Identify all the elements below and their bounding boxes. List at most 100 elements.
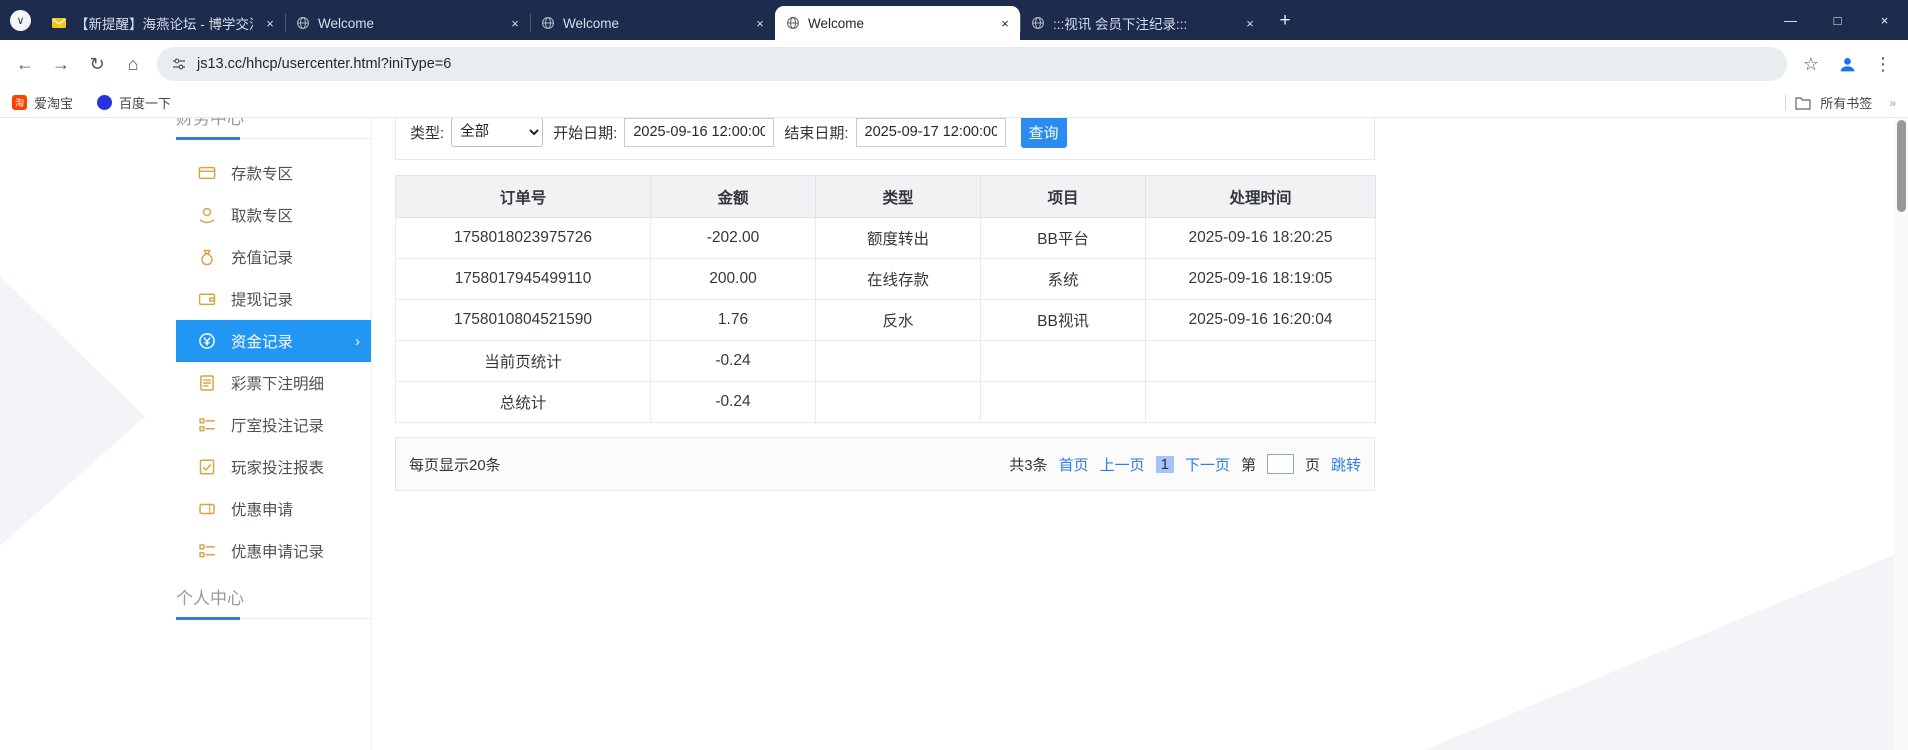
section-personal-center[interactable]: 个人中心 <box>176 584 371 620</box>
url-bar[interactable]: js13.cc/hhcp/usercenter.html?iniType=6 <box>157 47 1787 81</box>
folder-icon <box>1795 96 1811 110</box>
browser-tab[interactable]: Welcome × <box>775 6 1020 40</box>
globe-icon <box>1031 16 1045 30</box>
table-row: 1758010804521590 1.76 反水 BB视讯 2025-09-16 16:… <box>395 299 1376 341</box>
room-bet-list-icon <box>198 416 216 434</box>
bookmark-item[interactable]: 淘爱淘宝 <box>12 93 73 112</box>
deposit-card-icon <box>198 164 216 182</box>
browser-tab[interactable]: :::视讯 会员下注纪录::: × <box>1020 6 1265 40</box>
new-tab-button[interactable]: + <box>1272 8 1298 34</box>
lottery-doc-icon <box>198 374 216 392</box>
sidebar-item[interactable]: 充值记录› <box>176 236 371 278</box>
next-page-link[interactable]: 下一页 <box>1185 454 1230 475</box>
maximize-button[interactable]: □ <box>1814 0 1861 40</box>
tab-search-icon[interactable]: ∨ <box>10 10 31 31</box>
browser-tab[interactable]: 【新提醒】海燕论坛 - 博学交流... × <box>40 6 285 40</box>
table-cell: 在线存款 <box>815 258 981 300</box>
table-cell: 2025-09-16 18:20:25 <box>1145 217 1376 259</box>
sidebar-item[interactable]: 优惠申请记录› <box>176 530 371 572</box>
table-cell: 1758017945499110 <box>395 258 651 300</box>
table-cell: 200.00 <box>650 258 816 300</box>
bookmarks-separator <box>1785 94 1787 111</box>
tab-title: 【新提醒】海燕论坛 - 博学交流... <box>75 17 253 32</box>
sidebar-item-label: 优惠申请记录 <box>231 544 325 561</box>
table-cell: 当前页统计 <box>395 340 651 382</box>
table-cell <box>815 381 981 423</box>
all-bookmarks-label[interactable]: 所有书签 <box>1820 93 1872 112</box>
section-underline <box>176 137 240 140</box>
jump-link[interactable]: 跳转 <box>1331 454 1361 475</box>
forward-button[interactable]: → <box>43 46 79 82</box>
scrollbar[interactable] <box>1894 118 1908 750</box>
sidebar-item[interactable]: 厅室投注记录› <box>176 404 371 446</box>
back-button[interactable]: ← <box>7 46 43 82</box>
column-header: 金额 <box>650 175 816 218</box>
table-cell: BB平台 <box>980 217 1146 259</box>
browser-tab[interactable]: Welcome × <box>530 6 775 40</box>
type-select[interactable]: 全部 <box>451 118 544 147</box>
section-finance-label: 财务中心 <box>176 118 244 128</box>
section-personal-label: 个人中心 <box>176 589 244 608</box>
sidebar-item[interactable]: 提现记录› <box>176 278 371 320</box>
table-cell <box>980 381 1146 423</box>
end-date-input[interactable] <box>855 118 1006 147</box>
recharge-bag-icon <box>198 248 216 266</box>
bookmark-star-icon[interactable]: ☆ <box>1793 46 1829 82</box>
bookmarks-right: 所有书签 » <box>1785 93 1896 112</box>
background-triangle-left <box>0 276 145 546</box>
bookmarks-overflow-icon[interactable]: » <box>1889 96 1896 110</box>
close-button[interactable]: × <box>1861 0 1908 40</box>
browser-tab[interactable]: Welcome × <box>285 6 530 40</box>
scrollbar-thumb[interactable] <box>1897 120 1906 212</box>
table-cell: 2025-09-16 16:20:04 <box>1145 299 1376 341</box>
withdraw-coin-icon <box>198 206 216 224</box>
search-button[interactable]: 查询 <box>1020 118 1067 148</box>
envelope-icon <box>51 15 67 31</box>
page-jump-input[interactable] <box>1266 454 1294 474</box>
sidebar-item[interactable]: 资金记录 › <box>176 320 371 362</box>
column-header: 项目 <box>980 175 1146 218</box>
sidebar-item-label: 玩家投注报表 <box>231 460 325 477</box>
table-cell <box>1145 340 1376 382</box>
sidebar-item-label: 厅室投注记录 <box>231 418 325 435</box>
home-button[interactable]: ⌂ <box>115 46 151 82</box>
sidebar-item[interactable]: 优惠申请› <box>176 488 371 530</box>
prev-page-link[interactable]: 上一页 <box>1100 454 1145 475</box>
end-date-label: 结束日期: <box>784 124 849 142</box>
first-page-link[interactable]: 首页 <box>1059 454 1089 475</box>
start-date-input[interactable] <box>624 118 775 147</box>
url-text: js13.cc/hhcp/usercenter.html?iniType=6 <box>197 56 452 72</box>
tab-close-icon[interactable]: × <box>751 14 769 32</box>
profile-icon[interactable] <box>1829 46 1865 82</box>
tab-close-icon[interactable]: × <box>996 14 1014 32</box>
site-info-icon[interactable] <box>171 56 187 72</box>
tab-close-icon[interactable]: × <box>506 14 524 32</box>
start-date-label: 开始日期: <box>553 124 618 142</box>
reload-button[interactable]: ↻ <box>79 46 115 82</box>
page-content: 财务中心 存款专区›取款专区›充值记录›提现记录›资金记录›彩票下注明细›厅室投… <box>0 118 1908 750</box>
player-report-icon <box>198 458 216 476</box>
sidebar-item-label: 取款专区 <box>231 208 294 225</box>
tab-title: :::视讯 会员下注纪录::: <box>1053 17 1188 32</box>
column-header: 订单号 <box>395 175 651 218</box>
promo-record-list-icon <box>198 542 216 560</box>
sidebar-item[interactable]: 取款专区› <box>176 194 371 236</box>
sidebar-item[interactable]: 存款专区› <box>176 152 371 194</box>
sidebar-item[interactable]: 玩家投注报表› <box>176 446 371 488</box>
page-suffix-label: 页 <box>1304 456 1320 474</box>
bookmark-item[interactable]: 百度一下 <box>97 93 171 112</box>
tab-close-icon[interactable]: × <box>1241 14 1259 32</box>
promo-ticket-icon <box>198 500 216 518</box>
sidebar-item[interactable]: 彩票下注明细› <box>176 362 371 404</box>
sidebar-item-label: 彩票下注明细 <box>231 376 325 393</box>
table-cell: 总统计 <box>395 381 651 423</box>
current-page-badge: 1 <box>1155 455 1174 473</box>
table-row: 总统计 -0.24 <box>395 381 1376 423</box>
tab-close-icon[interactable]: × <box>261 14 279 32</box>
page-prefix-label: 第 <box>1240 456 1256 474</box>
minimize-button[interactable]: — <box>1767 0 1814 40</box>
table-cell <box>1145 381 1376 423</box>
table-cell: 1758010804521590 <box>395 299 651 341</box>
menu-dots-icon[interactable]: ⋮ <box>1865 46 1901 82</box>
table-cell: -0.24 <box>650 381 816 423</box>
